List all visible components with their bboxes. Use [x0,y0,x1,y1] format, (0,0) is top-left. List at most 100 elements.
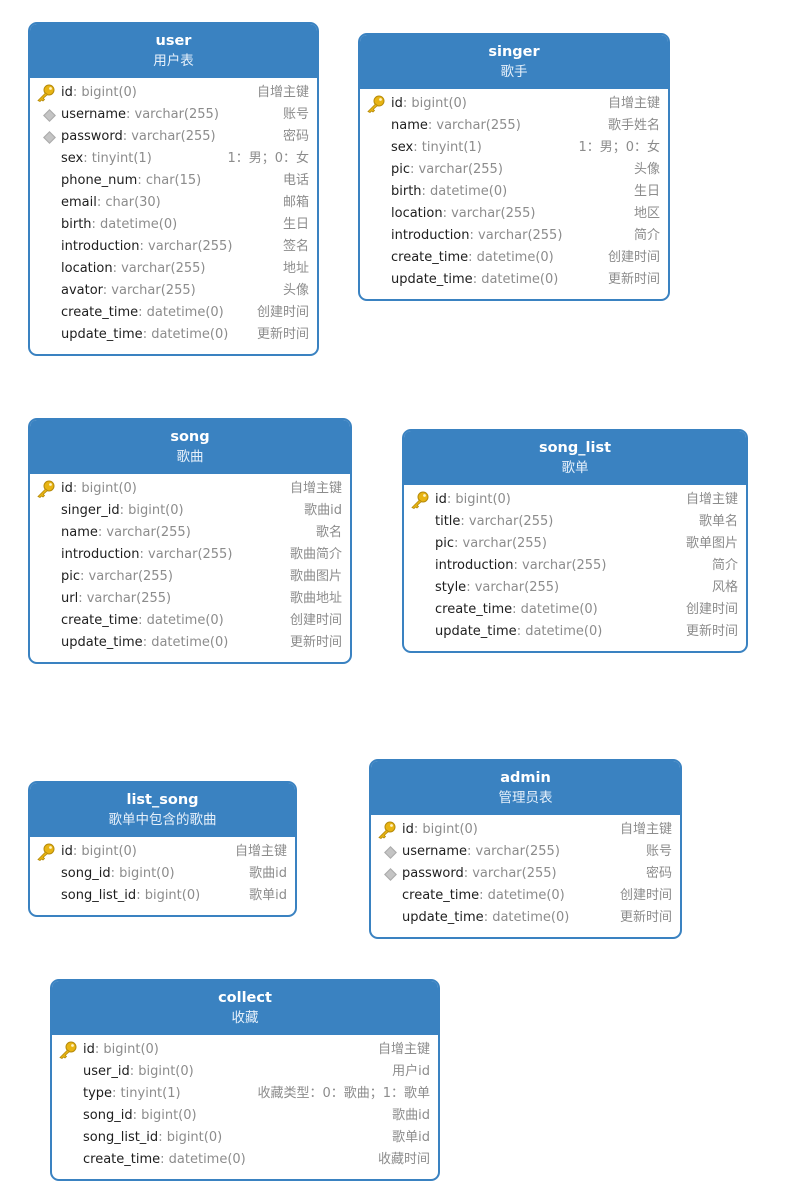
entity-header: admin 管理员表 [371,761,680,815]
field-comment: 签名 [282,239,309,254]
field-name: introduction [61,547,140,562]
field-icon-blank [58,1129,80,1147]
field-comment: 生日 [633,184,660,199]
field-comment: 更新时间 [256,327,309,342]
field-comment: 简介 [711,558,738,573]
field-username[interactable]: username: varchar(255) 账号 [371,841,680,863]
field-comment: 密码 [282,129,309,144]
field-introduction[interactable]: introduction: varchar(255) 签名 [30,236,317,258]
field-update-time[interactable]: update_time: datetime(0) 更新时间 [30,324,317,346]
field-type: : datetime(0) [421,184,508,199]
field-location[interactable]: location: varchar(255) 地区 [360,203,668,225]
field-name: birth [391,184,422,199]
field-icon-blank [377,909,399,927]
field-create-time[interactable]: create_time: datetime(0) 创建时间 [404,599,746,621]
field-update-time[interactable]: update_time: datetime(0) 更新时间 [371,907,680,929]
field-introduction[interactable]: introduction: varchar(255) 歌曲简介 [30,544,350,566]
field-type: : varchar(255) [442,206,536,221]
field-id[interactable]: id: bigint(0) 自增主键 [360,93,668,115]
field-type: : bigint(0) [110,866,175,881]
field-create-time[interactable]: create_time: datetime(0) 创建时间 [371,885,680,907]
field-name: url [61,591,79,606]
field-id[interactable]: id: bigint(0) 自增主键 [371,819,680,841]
entity-header: collect 收藏 [52,981,438,1035]
entity-name: singer [488,44,540,60]
field-pic[interactable]: pic: varchar(255) 歌曲图片 [30,566,350,588]
field-style[interactable]: style: varchar(255) 风格 [404,577,746,599]
field-type: : varchar(255) [112,261,206,276]
field-comment: 歌曲id [249,866,287,881]
entity-collect[interactable]: collect 收藏 id: bigint(0) 自增主键 user_id: b… [50,979,440,1181]
field-name: title [435,514,461,529]
field-name: update_time [402,910,484,925]
field-create-time[interactable]: create_time: datetime(0) 创建时间 [360,247,668,269]
field-name[interactable]: name: varchar(255) 歌名 [30,522,350,544]
field-url[interactable]: url: varchar(255) 歌曲地址 [30,588,350,610]
field-type: : datetime(0) [483,910,570,925]
field-icon-blank [36,260,58,278]
field-avator[interactable]: avator: varchar(255) 头像 [30,280,317,302]
field-email[interactable]: email: char(30) 邮箱 [30,192,317,214]
field-song-list-id[interactable]: song_list_id: bigint(0) 歌单id [52,1127,438,1149]
entity-user[interactable]: user 用户表 id: bigint(0) 自增主键 username: va… [28,22,319,356]
field-create-time[interactable]: create_time: datetime(0) 创建时间 [30,302,317,324]
field-password[interactable]: password: varchar(255) 密码 [30,126,317,148]
field-user-id[interactable]: user_id: bigint(0) 用户id [52,1061,438,1083]
field-id[interactable]: id: bigint(0) 自增主键 [30,478,350,500]
entity-song-list[interactable]: song_list 歌单 id: bigint(0) 自增主键 title: v… [402,429,748,653]
field-list: id: bigint(0) 自增主键 user_id: bigint(0) 用户… [52,1035,438,1171]
field-name: location [391,206,443,221]
field-update-time[interactable]: update_time: datetime(0) 更新时间 [30,632,350,654]
field-id[interactable]: id: bigint(0) 自增主键 [30,841,295,863]
field-id[interactable]: id: bigint(0) 自增主键 [52,1039,438,1061]
key-icon [377,821,399,839]
field-create-time[interactable]: create_time: datetime(0) 收藏时间 [52,1149,438,1171]
field-icon-blank [366,205,388,223]
entity-singer[interactable]: singer 歌手 id: bigint(0) 自增主键 name: varch… [358,33,670,301]
field-name[interactable]: name: varchar(255) 歌手姓名 [360,115,668,137]
field-introduction[interactable]: introduction: varchar(255) 简介 [404,555,746,577]
field-introduction[interactable]: introduction: varchar(255) 简介 [360,225,668,247]
field-title[interactable]: title: varchar(255) 歌单名 [404,511,746,533]
entity-admin[interactable]: admin 管理员表 id: bigint(0) 自增主键 username: … [369,759,682,939]
field-pic[interactable]: pic: varchar(255) 歌单图片 [404,533,746,555]
field-create-time[interactable]: create_time: datetime(0) 创建时间 [30,610,350,632]
field-id[interactable]: id: bigint(0) 自增主键 [404,489,746,511]
field-pic[interactable]: pic: varchar(255) 头像 [360,159,668,181]
field-type[interactable]: type: tinyint(1) 收藏类型：0：歌曲；1：歌单 [52,1083,438,1105]
field-id[interactable]: id: bigint(0) 自增主键 [30,82,317,104]
entity-song[interactable]: song 歌曲 id: bigint(0) 自增主键 singer_id: bi… [28,418,352,664]
field-update-time[interactable]: update_time: datetime(0) 更新时间 [360,269,668,291]
field-comment: 1：男；0：女 [227,151,309,166]
field-name: introduction [435,558,514,573]
field-song-id[interactable]: song_id: bigint(0) 歌曲id [52,1105,438,1127]
field-type: : varchar(255) [78,591,172,606]
field-name: id [435,492,447,507]
field-sex[interactable]: sex: tinyint(1) 1：男；0：女 [360,137,668,159]
field-comment: 用户id [392,1064,430,1079]
field-icon-blank [410,601,432,619]
field-location[interactable]: location: varchar(255) 地址 [30,258,317,280]
entity-comment: 歌手 [500,64,528,80]
field-birth[interactable]: birth: datetime(0) 生日 [360,181,668,203]
field-password[interactable]: password: varchar(255) 密码 [371,863,680,885]
entity-comment: 收藏 [231,1010,259,1026]
field-update-time[interactable]: update_time: datetime(0) 更新时间 [404,621,746,643]
field-phone-num[interactable]: phone_num: char(15) 电话 [30,170,317,192]
field-type: : char(30) [96,195,161,210]
field-type: : varchar(255) [466,580,560,595]
field-icon-blank [366,227,388,245]
field-song-list-id[interactable]: song_list_id: bigint(0) 歌单id [30,885,295,907]
field-icon-blank [36,546,58,564]
entity-list-song[interactable]: list_song 歌单中包含的歌曲 id: bigint(0) 自增主键 so… [28,781,297,917]
field-type: : bigint(0) [158,1130,223,1145]
field-sex[interactable]: sex: tinyint(1) 1：男；0：女 [30,148,317,170]
field-comment: 自增主键 [619,822,672,837]
field-singer-id[interactable]: singer_id: bigint(0) 歌曲id [30,500,350,522]
field-icon-blank [36,612,58,630]
field-username[interactable]: username: varchar(255) 账号 [30,104,317,126]
field-type: : bigint(0) [132,1108,197,1123]
field-type: : datetime(0) [142,635,229,650]
field-birth[interactable]: birth: datetime(0) 生日 [30,214,317,236]
field-song-id[interactable]: song_id: bigint(0) 歌曲id [30,863,295,885]
